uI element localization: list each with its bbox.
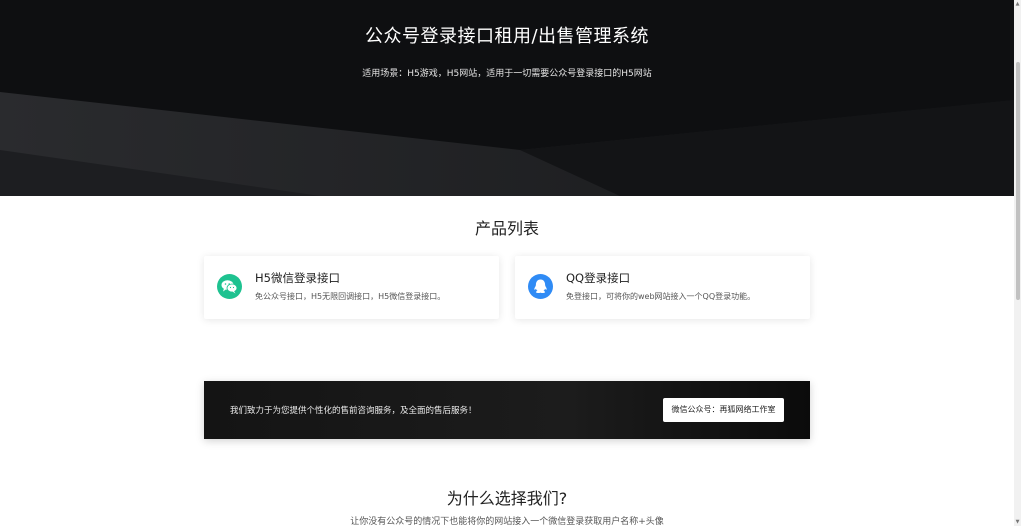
product-name: H5微信登录接口 <box>255 271 340 285</box>
scrollbar-thumb[interactable] <box>1016 62 1020 300</box>
contact-banner: 我们致力于为您提供个性化的售前咨询服务，及全面的售后服务！ 微信公众号：再狐网络… <box>204 381 810 439</box>
product-name: QQ登录接口 <box>566 271 631 285</box>
hero-subtitle: 适用场景：H5游戏，H5网站，适用于一切需要公众号登录接口的H5网站 <box>362 69 652 79</box>
banner-text: 我们致力于为您提供个性化的售前咨询服务，及全面的售后服务！ <box>230 406 477 416</box>
page-title: 公众号登录接口租用/出售管理系统 <box>364 26 650 47</box>
product-desc: 免登接口，可将你的web网站接入一个QQ登录功能。 <box>566 292 756 301</box>
why-title: 为什么选择我们? <box>446 489 568 508</box>
wechat-account-button[interactable]: 微信公众号：再狐网络工作室 <box>663 398 784 422</box>
product-desc: 免公众号接口，H5无限回调接口，H5微信登录接口。 <box>255 292 446 301</box>
hero-banner: 公众号登录接口租用/出售管理系统 适用场景：H5游戏，H5网站，适用于一切需要公… <box>0 0 1014 196</box>
product-card-wechat[interactable]: H5微信登录接口 免公众号接口，H5无限回调接口，H5微信登录接口。 <box>204 256 499 319</box>
scroll-up-icon[interactable]: ▲ <box>1014 0 1021 8</box>
products-title: 产品列表 <box>474 219 539 238</box>
scroll-down-icon[interactable]: ▼ <box>1014 518 1021 526</box>
qq-icon <box>528 274 553 299</box>
wechat-icon <box>217 274 242 299</box>
why-subtitle: 让你没有公众号的情况下也能将你的网站接入一个微信登录获取用户名称+头像 <box>350 517 664 526</box>
product-card-qq[interactable]: QQ登录接口 免登接口，可将你的web网站接入一个QQ登录功能。 <box>515 256 810 319</box>
